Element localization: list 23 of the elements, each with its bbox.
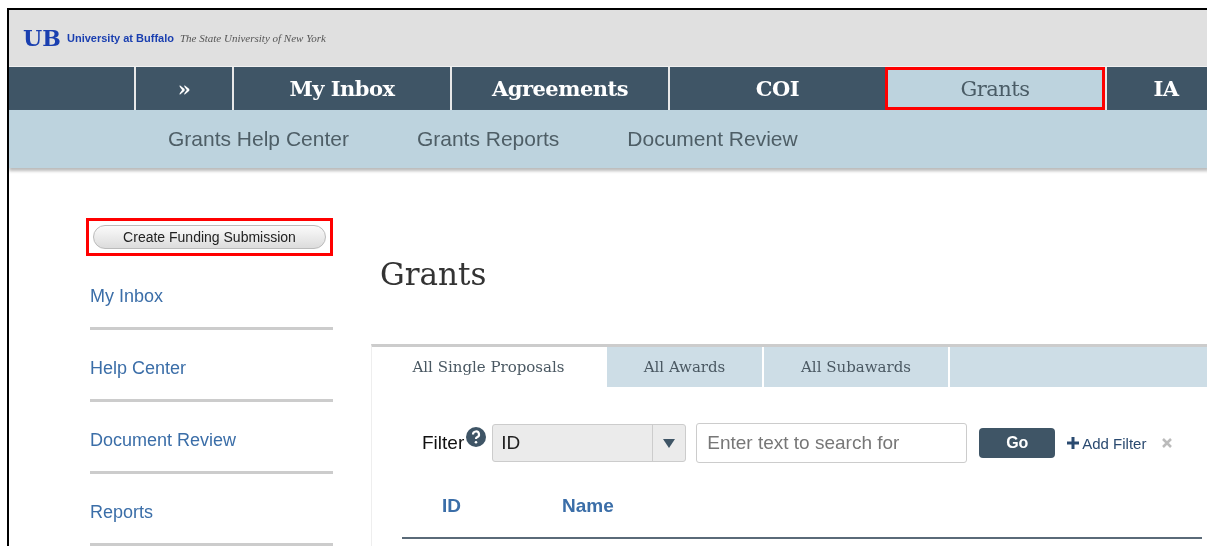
search-field[interactable]: Enter text to search for	[696, 423, 968, 463]
nav-tab[interactable]: Grants	[885, 67, 1105, 110]
subnav-link[interactable]: Grants Reports	[416, 127, 560, 151]
add-filter-link[interactable]: Add Filter	[1067, 434, 1147, 452]
subnav-link[interactable]: Document Review	[627, 127, 798, 151]
go-button[interactable]: Go	[979, 428, 1056, 458]
university-tagline: The State University of New York	[179, 32, 326, 44]
subnav-link[interactable]: Grants Help Center	[168, 127, 349, 151]
plus-icon	[1067, 437, 1080, 449]
filter-label: Filter	[422, 432, 465, 454]
column-header[interactable]: ID	[402, 495, 522, 517]
university-name: University at Buffalo	[67, 32, 174, 44]
tab[interactable]: All Single Proposals	[372, 347, 607, 387]
sidebar-link[interactable]: My Inbox	[90, 256, 333, 330]
filter-field-select[interactable]: ID	[492, 424, 687, 462]
sidebar-link[interactable]: Document Review	[90, 402, 333, 474]
sidebar-link[interactable]: Help Center	[90, 330, 333, 402]
help-icon[interactable]	[466, 427, 487, 447]
column-header[interactable]: Name	[522, 495, 722, 517]
create-funding-submission-button[interactable]: Create Funding Submission	[93, 225, 326, 249]
page-title: Grants	[380, 256, 488, 292]
logo-icon: UB	[23, 27, 61, 49]
sidebar-link[interactable]: Reports	[90, 474, 333, 546]
